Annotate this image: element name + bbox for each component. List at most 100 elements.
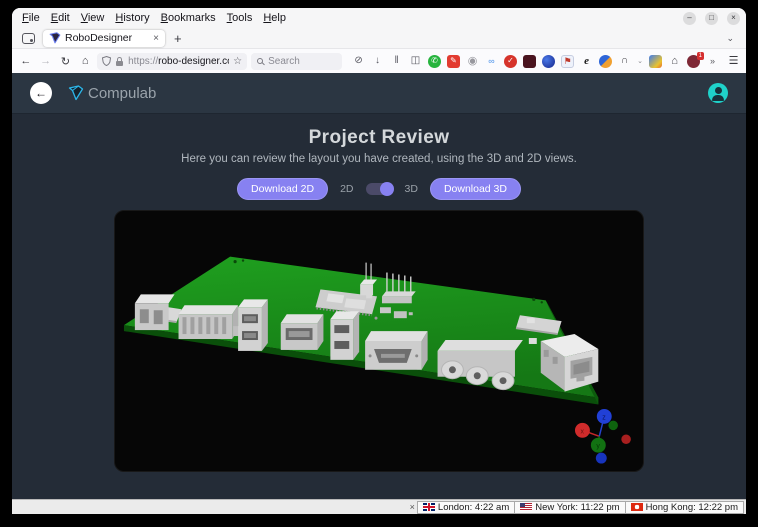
page-content: Project Review Here you can review the l…: [12, 114, 746, 499]
uk-flag-icon: [423, 503, 435, 511]
status-bar: × London: 4:22 am New York: 11:22 pm Hon…: [12, 499, 746, 514]
shield-icon[interactable]: [102, 56, 111, 66]
menu-view[interactable]: View: [81, 12, 105, 24]
headphones-icon[interactable]: ∩: [618, 55, 631, 68]
download-3d-button[interactable]: Download 3D: [430, 178, 521, 200]
menu-help[interactable]: Help: [263, 12, 286, 24]
brand-name: Compulab: [88, 85, 156, 102]
pcb-3d-render: x z y: [115, 211, 643, 471]
axis-x-label: x: [580, 428, 584, 435]
tab-title: RoboDesigner: [65, 32, 149, 44]
3d-viewport[interactable]: x z y: [114, 210, 644, 472]
swirl-extension-icon[interactable]: [599, 55, 612, 68]
page-title: Project Review: [12, 127, 746, 149]
usb-stack-1: [238, 299, 268, 351]
navigation-bar: ← → ↻ ⌂ https://robo-designer.com/pro ☆ …: [12, 49, 746, 73]
axis-y-label: y: [596, 443, 600, 450]
url-bar[interactable]: https://robo-designer.com/pro ☆: [97, 53, 247, 70]
hk-flag-icon: [631, 503, 643, 511]
clock-london-label: London: 4:22 am: [438, 502, 509, 513]
compulab-logo-icon: [68, 85, 84, 101]
clock-london: London: 4:22 am: [417, 501, 515, 514]
tab-bar: RoboDesigner × + ⌄: [12, 28, 746, 49]
overflow-icon[interactable]: »: [706, 55, 719, 68]
connector-mid: [281, 314, 324, 350]
maximize-button[interactable]: □: [705, 12, 718, 25]
brand-logo[interactable]: Compulab: [68, 85, 156, 102]
search-input[interactable]: [268, 56, 336, 67]
headphones-chevron-icon[interactable]: ⌄: [637, 55, 643, 68]
sidebar-icon[interactable]: ◫: [409, 55, 422, 68]
tab-favicon: [49, 32, 61, 44]
pocket-icon[interactable]: ⊘: [352, 55, 365, 68]
back-button[interactable]: ←: [30, 82, 52, 104]
menu-edit[interactable]: Edit: [51, 12, 70, 24]
checkered-flag-icon[interactable]: ⚑: [561, 55, 574, 68]
menu-bar: File Edit View History Bookmarks Tools H…: [12, 8, 746, 28]
e-extension-icon[interactable]: e: [580, 55, 593, 68]
menu-history[interactable]: History: [115, 12, 149, 24]
axis-z-label: z: [602, 414, 606, 421]
url-text[interactable]: https://robo-designer.com/pro: [128, 56, 229, 67]
axis-neg-x-ball: [621, 434, 631, 444]
bookmark-star-icon[interactable]: ☆: [233, 56, 242, 67]
download-icon[interactable]: ↓: [371, 55, 384, 68]
user-avatar[interactable]: [708, 83, 728, 103]
new-tab-button[interactable]: +: [174, 31, 182, 46]
globe-blue-icon[interactable]: [542, 55, 555, 68]
firefox-view-icon[interactable]: [22, 33, 35, 44]
toggle-label-3d: 3D: [405, 183, 418, 195]
url-domain: robo-designer.com: [158, 56, 229, 67]
download-2d-button[interactable]: Download 2D: [237, 178, 328, 200]
hdmi-port: [365, 331, 428, 370]
annotate-extension-icon[interactable]: ✎: [447, 55, 460, 68]
search-icon: [257, 58, 263, 64]
reload-icon[interactable]: ↻: [58, 55, 74, 68]
window-controls: – □ ×: [683, 12, 740, 25]
minimize-button[interactable]: –: [683, 12, 696, 25]
toolbar-extensions: ⊘ ↓ ‖ ◫ ✆ ✎ ◉ ∞ ✓ ⚑ e ∩ ⌄ ⌂ 1 » ☰: [352, 55, 740, 68]
connector-large: [179, 305, 244, 339]
palette-extension-icon[interactable]: [649, 55, 662, 68]
back-icon[interactable]: ←: [18, 55, 34, 67]
badged-extension-icon[interactable]: 1: [687, 55, 700, 68]
url-scheme: https://: [128, 56, 158, 67]
axis-neg-z-ball: [596, 453, 607, 464]
search-box[interactable]: [251, 53, 342, 70]
menu-tools[interactable]: Tools: [227, 12, 253, 24]
view-toggle-switch[interactable]: [366, 183, 393, 195]
statusbar-close-icon[interactable]: ×: [410, 502, 415, 512]
view-controls: Download 2D 2D 3D Download 3D: [12, 178, 746, 200]
menu-bookmarks[interactable]: Bookmarks: [161, 12, 216, 24]
globe-gray-icon[interactable]: ◉: [466, 55, 479, 68]
close-button[interactable]: ×: [727, 12, 740, 25]
app-header: ← Compulab: [12, 73, 746, 114]
link-extension-icon[interactable]: ∞: [485, 55, 498, 68]
axes-gizmo[interactable]: x z y: [575, 409, 631, 464]
tab-robodesigner[interactable]: RoboDesigner ×: [43, 30, 165, 47]
dark-extension-icon[interactable]: [523, 55, 536, 68]
extension-badge: 1: [697, 52, 704, 60]
clock-newyork: New York: 11:22 pm: [514, 501, 625, 514]
home-outline-icon[interactable]: ⌂: [668, 55, 681, 68]
clock-hongkong-label: Hong Kong: 12:22 pm: [646, 502, 738, 513]
desktop-background: File Edit View History Bookmarks Tools H…: [0, 0, 758, 527]
tab-close-icon[interactable]: ×: [153, 33, 159, 44]
browser-window: File Edit View History Bookmarks Tools H…: [12, 8, 746, 514]
library-icon[interactable]: ‖: [390, 55, 403, 68]
page-subtitle: Here you can review the layout you have …: [12, 153, 746, 165]
adblock-shield-icon[interactable]: ✓: [504, 55, 517, 68]
clock-newyork-label: New York: 11:22 pm: [535, 502, 619, 513]
axis-neg-y-ball: [608, 421, 618, 431]
lock-icon[interactable]: [115, 56, 124, 67]
home-icon[interactable]: ⌂: [77, 55, 93, 67]
toggle-knob[interactable]: [380, 182, 394, 196]
whatsapp-icon[interactable]: ✆: [428, 55, 441, 68]
usb-stack-2: [330, 311, 359, 360]
menu-file[interactable]: File: [22, 12, 40, 24]
toggle-label-2d: 2D: [340, 183, 353, 195]
forward-icon: →: [38, 55, 54, 67]
menu-icon[interactable]: ☰: [727, 55, 740, 68]
tab-list-chevron-icon[interactable]: ⌄: [726, 33, 734, 44]
audio-jacks: [438, 340, 523, 390]
